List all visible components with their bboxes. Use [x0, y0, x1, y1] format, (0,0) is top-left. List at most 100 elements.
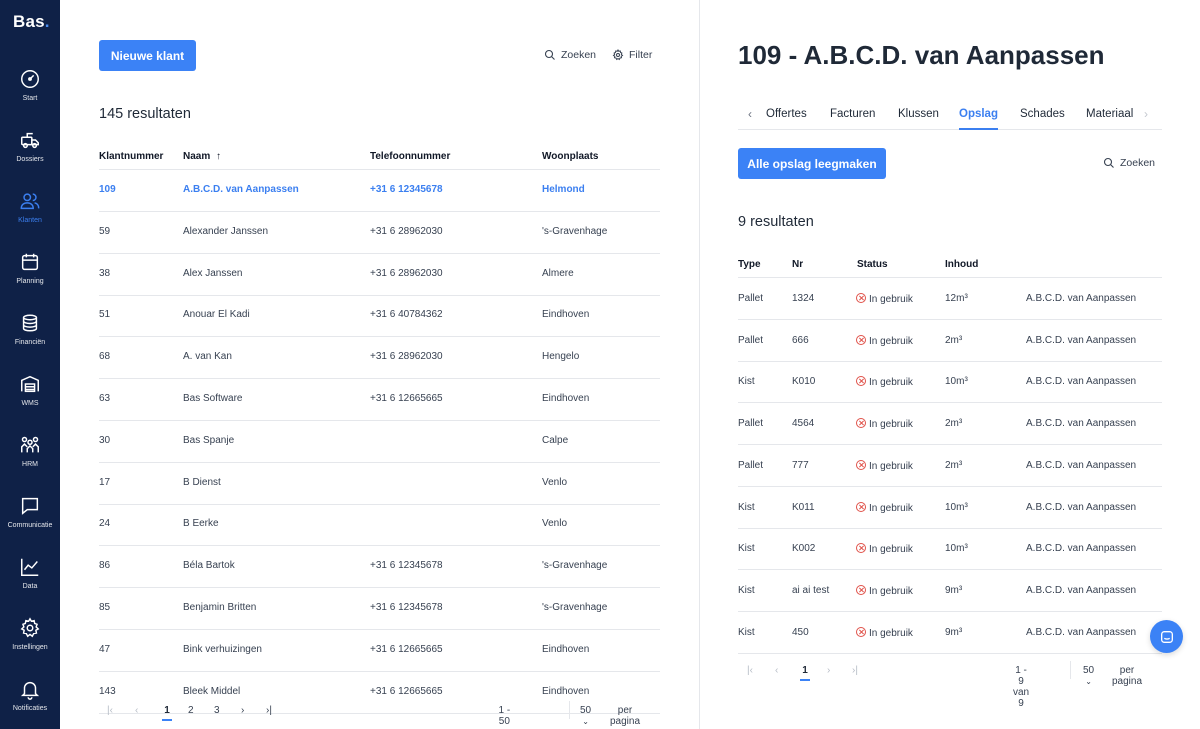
table-row[interactable]: Kist K011 In gebruik 10m³ A.B.C.D. van Aanpa… [738, 487, 1162, 529]
column-nr[interactable]: Nr [792, 259, 803, 270]
search-label: Zoeken [561, 49, 597, 61]
prev-page-icon[interactable]: ‹ [135, 705, 138, 716]
cell-naam: Bas Software [183, 393, 243, 404]
table-row[interactable]: 51 Anouar El Kadi +31 6 40784362 Eindhoven [99, 295, 660, 338]
table-row[interactable]: 63 Bas Software +31 6 12665665 Eindhoven [99, 379, 660, 421]
tab-klussen[interactable]: Klussen [898, 108, 939, 120]
table-row[interactable]: 143 Bleek Middel +31 6 12665665 Eindhoven [99, 672, 660, 714]
table-row[interactable]: 38 Alex Janssen +31 6 28962030 Almere [99, 254, 660, 296]
first-page-icon[interactable]: |‹ [107, 705, 113, 716]
table-row[interactable]: 17 B Dienst Venlo [99, 463, 660, 505]
column-inhoud[interactable]: Inhoud [945, 259, 978, 270]
table-row[interactable]: 68 A. van Kan +31 6 28962030 Hengelo [99, 337, 660, 380]
sidebar-item-hrm[interactable]: HRM [0, 434, 60, 486]
column-status[interactable]: Status [857, 259, 888, 270]
status-error-icon [856, 543, 866, 554]
next-page-icon[interactable]: › [827, 665, 830, 676]
detail-search-button[interactable]: Zoeken [1103, 157, 1155, 169]
new-customer-button[interactable]: Nieuwe klant [99, 40, 196, 71]
sidebar-item-klanten[interactable]: Klanten [0, 190, 60, 242]
sidebar-item-dossiers[interactable]: Dossiers [0, 129, 60, 181]
tab-materiaal[interactable]: Materiaal [1086, 108, 1133, 120]
chevron-down-icon: ⌄ [1085, 677, 1092, 686]
bell-icon [20, 681, 40, 700]
table-row[interactable]: 47 Bink verhuizingen +31 6 12665665 Eindhov… [99, 630, 660, 672]
column-woonplaats[interactable]: Woonplaats [542, 151, 598, 162]
cell-nr: 85 [99, 602, 111, 613]
sidebar-item-financien[interactable]: Financiën [0, 312, 60, 364]
tab-offertes[interactable]: Offertes [766, 108, 807, 120]
cell-klant: A.B.C.D. van Aanpassen [1026, 584, 1137, 596]
cell-plaats: Eindhoven [542, 393, 590, 404]
table-row[interactable]: 86 Béla Bartok +31 6 12345678 's-Gravenhage [99, 546, 660, 589]
table-row[interactable]: 24 B Eerke Venlo [99, 504, 660, 547]
per-page-select[interactable]: 50 ⌄ [580, 705, 591, 727]
sidebar-item-label: WMS [21, 400, 39, 407]
search-button[interactable]: Zoeken [544, 49, 596, 61]
status-error-icon [856, 293, 866, 303]
table-row[interactable]: Pallet 1324 In gebruik 12m³ A.B.C.D. van Aan… [738, 278, 1162, 320]
table-row[interactable]: Pallet 666 In gebruik 2m³ A.B.C.D. van Aanpa… [738, 320, 1162, 362]
cell-klant: A.B.C.D. van Aanpassen [1026, 376, 1137, 388]
page-1[interactable]: 1 [800, 665, 810, 681]
table-row[interactable]: 30 Bas Spanje Calpe [99, 421, 660, 463]
last-page-icon[interactable]: ›| [266, 705, 272, 716]
table-row[interactable]: Pallet 777 In gebruik 2m³ A.B.C.D. van Aanpa… [738, 445, 1162, 487]
page-range: 1 - 9 van 9 [1013, 665, 1030, 709]
per-page-select[interactable]: 50 ⌄ [1083, 665, 1094, 687]
cell-status: In gebruik [856, 376, 913, 388]
cell-nr: 59 [99, 225, 111, 237]
tab-schades[interactable]: Schades [1020, 108, 1065, 120]
last-page-icon[interactable]: ›| [852, 665, 858, 676]
page-3[interactable]: 3 [214, 705, 220, 716]
table-row[interactable]: 109 A.B.C.D. van Aanpassen +31 6 12345678 H… [99, 170, 660, 212]
column-naam[interactable]: Naam ↑ [183, 151, 221, 162]
sidebar-item-communicatie[interactable]: Communicatie [0, 495, 60, 547]
cell-plaats: 's-Gravenhage [542, 225, 608, 237]
cell-naam: A.B.C.D. van Aanpassen [183, 184, 299, 195]
column-klantnummer[interactable]: Klantnummer [99, 151, 163, 162]
first-page-icon[interactable]: |‹ [747, 665, 753, 676]
tabs-scroll-left-icon[interactable]: ‹ [748, 107, 752, 121]
table-row[interactable]: Kist K010 In gebruik 10m³ A.B.C.D. van Aanpa… [738, 361, 1162, 404]
cell-klant: A.B.C.D. van Aanpassen [1026, 543, 1137, 555]
status-error-icon [856, 418, 866, 429]
status-label: In gebruik [869, 377, 913, 389]
page-1[interactable]: 1 [162, 705, 172, 721]
sidebar-item-instellingen[interactable]: Instellingen [0, 617, 60, 669]
column-telefoonnummer[interactable]: Telefoonnummer [370, 151, 450, 162]
table-row[interactable]: Pallet 4564 In gebruik 2m³ A.B.C.D. van Aanp… [738, 403, 1162, 446]
cell-naam: B Dienst [183, 476, 221, 488]
table-row[interactable]: Kist ai ai test In gebruik 9m³ A.B.C.D. van … [738, 570, 1162, 612]
prev-page-icon[interactable]: ‹ [775, 665, 778, 676]
sidebar-item-label: Dossiers [16, 156, 44, 163]
sidebar-item-wms[interactable]: WMS [0, 373, 60, 425]
page-2[interactable]: 2 [188, 705, 194, 716]
table-row[interactable]: 59 Alexander Janssen +31 6 28962030 's-Grav… [99, 212, 660, 254]
support-chat-button[interactable] [1150, 620, 1183, 653]
filter-button[interactable]: Filter [612, 49, 652, 61]
coins-icon [22, 314, 38, 332]
cell-naam: Anouar El Kadi [183, 309, 250, 321]
table-row[interactable]: Kist K002 In gebruik 10m³ A.B.C.D. van Aanpa… [738, 528, 1162, 571]
table-row[interactable]: 85 Benjamin Britten +31 6 12345678 's-Grave… [99, 588, 660, 630]
detail-tabs: ‹ Offertes Facturen Klussen Opslag Schad… [738, 96, 1162, 130]
sidebar-item-data[interactable]: Data [0, 556, 60, 608]
per-page-label: per pagina [1112, 665, 1143, 687]
app-logo[interactable]: Bas. [13, 12, 50, 32]
column-type[interactable]: Type [738, 259, 761, 270]
clear-storage-button[interactable]: Alle opslag leegmaken [738, 148, 886, 179]
cell-nr: 666 [792, 334, 809, 346]
tab-opslag[interactable]: Opslag [959, 108, 998, 130]
sidebar-item-notificaties[interactable]: Notificaties [0, 678, 60, 729]
status-label: In gebruik [869, 502, 913, 514]
sidebar-item-label: Communicatie [7, 522, 53, 529]
tab-facturen[interactable]: Facturen [830, 108, 875, 120]
sidebar-item-planning[interactable]: Planning [0, 251, 60, 303]
next-page-icon[interactable]: › [241, 705, 244, 716]
status-label: In gebruik [869, 335, 913, 347]
tabs-scroll-right-icon[interactable]: › [1144, 107, 1148, 121]
table-row[interactable]: Kist 450 In gebruik 9m³ A.B.C.D. van Aanpass… [738, 612, 1162, 654]
sidebar-item-start[interactable]: Start [0, 68, 60, 120]
cell-nr: 24 [99, 518, 111, 530]
